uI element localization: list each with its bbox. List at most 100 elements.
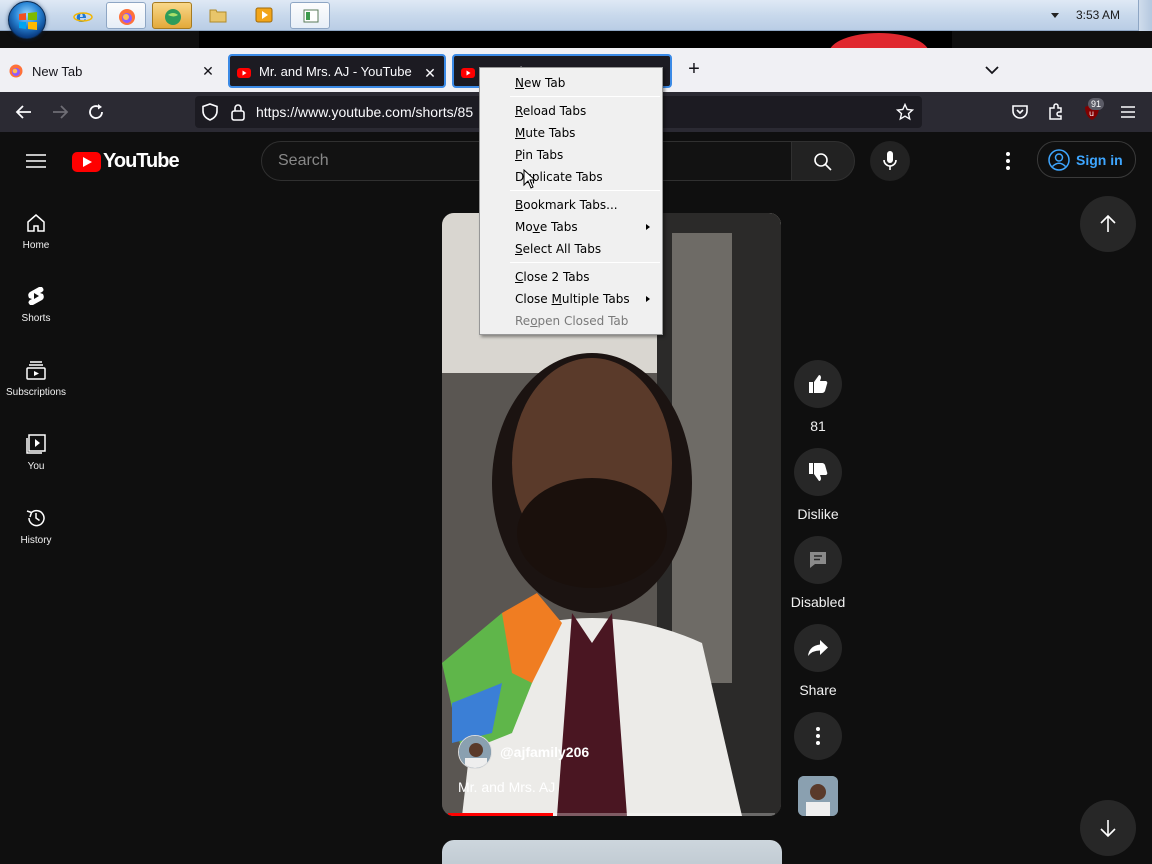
- svg-text:e: e: [76, 7, 87, 25]
- menu-item-label: Close Multiple Tabs: [515, 292, 630, 306]
- menu-item-bookmark-tabs[interactable]: Bookmark Tabs...: [482, 194, 660, 216]
- menu-item-select-all-tabs[interactable]: Select All Tabs: [482, 238, 660, 260]
- share-arrow-icon: [808, 640, 828, 656]
- sidebar-label: You: [27, 461, 45, 472]
- previous-short-button[interactable]: [1080, 196, 1136, 252]
- share-label: Share: [799, 682, 837, 698]
- thumbs-up-icon: [809, 375, 828, 393]
- reload-icon[interactable]: [86, 102, 106, 122]
- sidebar-label: Shorts: [21, 313, 51, 324]
- taskbar-app-window[interactable]: [290, 2, 330, 29]
- back-arrow-icon[interactable]: [14, 102, 34, 122]
- short-title[interactable]: Mr. and Mrs. AJ: [458, 779, 555, 795]
- menu-item-mute-tabs[interactable]: Mute Tabs: [482, 122, 660, 144]
- account-circle-icon: [1048, 148, 1070, 171]
- search-button[interactable]: [791, 141, 855, 181]
- taskbar-media-player[interactable]: [244, 2, 284, 29]
- menu-item-new-tab[interactable]: New Tab: [482, 72, 660, 94]
- list-all-tabs-chevron-icon[interactable]: [982, 60, 1002, 80]
- next-short-preview[interactable]: [442, 840, 782, 864]
- tab-label: Mr. and Mrs. AJ - YouTube: [259, 63, 412, 79]
- youtube-logo-text: YouTube: [103, 150, 180, 172]
- youtube-logo[interactable]: YouTube: [72, 150, 180, 173]
- menu-item-label: Mute Tabs: [515, 126, 576, 140]
- menu-item-pin-tabs[interactable]: Pin Tabs: [482, 144, 660, 166]
- guide-menu-icon[interactable]: [26, 154, 46, 168]
- next-short-button[interactable]: [1080, 800, 1136, 856]
- new-tab-plus-button[interactable]: +: [684, 59, 704, 80]
- start-button[interactable]: [8, 1, 46, 39]
- tray-expand-icon[interactable]: [1048, 8, 1062, 22]
- tab-context-menu: New Tab Reload Tabs Mute Tabs Pin Tabs D…: [479, 67, 663, 335]
- comments-button[interactable]: [794, 536, 842, 584]
- tab-close-icon[interactable]: ✕: [200, 63, 216, 79]
- lock-icon[interactable]: [230, 103, 246, 121]
- tab-youtube-1[interactable]: Mr. and Mrs. AJ - YouTube ✕: [228, 54, 446, 88]
- app-menu-hamburger-icon[interactable]: [1118, 102, 1138, 122]
- app-window-icon: [303, 9, 319, 23]
- like-button[interactable]: [794, 360, 842, 408]
- comment-icon: [810, 552, 826, 568]
- playback-progress-bar[interactable]: [448, 813, 775, 816]
- taskbar-maps-app[interactable]: [152, 2, 192, 29]
- sign-in-button[interactable]: Sign in: [1037, 141, 1136, 178]
- tab-new-tab[interactable]: New Tab ✕: [0, 54, 222, 88]
- menu-item-move-tabs[interactable]: Move Tabs: [482, 216, 660, 238]
- youtube-play-icon: [72, 151, 101, 172]
- voice-search-button[interactable]: [870, 141, 910, 181]
- settings-kebab-icon[interactable]: [998, 150, 1018, 172]
- sidebar-item-subscriptions[interactable]: Subscriptions: [0, 359, 72, 398]
- internet-explorer-icon: e: [73, 7, 93, 25]
- tab-close-icon[interactable]: ✕: [422, 65, 438, 81]
- bookmark-star-icon[interactable]: [896, 103, 914, 121]
- menu-item-label: Pin Tabs: [515, 148, 564, 162]
- more-options-button[interactable]: [794, 712, 842, 760]
- like-count: 81: [810, 418, 826, 434]
- sidebar-item-history[interactable]: History: [0, 507, 72, 546]
- menu-item-label: Bookmark Tabs...: [515, 198, 618, 212]
- menu-item-label: New Tab: [515, 76, 566, 90]
- submenu-arrow-icon: [646, 224, 650, 230]
- menu-item-duplicate-tabs[interactable]: Duplicate Tabs: [482, 166, 660, 188]
- playback-progress-fill: [448, 813, 553, 816]
- pocket-icon[interactable]: [1010, 102, 1030, 122]
- dislike-button[interactable]: [794, 448, 842, 496]
- sidebar-item-you[interactable]: You: [0, 433, 72, 472]
- show-desktop-button[interactable]: [1138, 0, 1152, 31]
- more-action: [794, 712, 842, 760]
- channel-avatar[interactable]: [458, 735, 492, 769]
- sidebar-item-shorts[interactable]: Shorts: [0, 285, 72, 324]
- menu-item-reload-tabs[interactable]: Reload Tabs: [482, 100, 660, 122]
- search-placeholder: Search: [278, 152, 329, 169]
- home-icon: [27, 214, 45, 232]
- menu-separator: [510, 262, 660, 263]
- extension-badge: 91: [1088, 98, 1104, 110]
- history-icon: [26, 509, 45, 527]
- windows-logo-icon: [19, 12, 37, 30]
- menu-item-label: Reopen Closed Tab: [515, 314, 629, 328]
- shield-icon[interactable]: [201, 103, 219, 121]
- menu-item-close-multiple-tabs[interactable]: Close Multiple Tabs: [482, 288, 660, 310]
- sidebar-item-home[interactable]: Home: [0, 212, 72, 251]
- taskbar-internet-explorer[interactable]: e: [62, 2, 102, 29]
- menu-item-reopen-closed-tab: Reopen Closed Tab: [482, 310, 660, 332]
- menu-item-close-tabs[interactable]: Close 2 Tabs: [482, 266, 660, 288]
- menu-separator: [510, 190, 660, 191]
- channel-name-link[interactable]: @ajfamily206: [500, 744, 589, 760]
- extensions-puzzle-icon[interactable]: [1046, 102, 1066, 122]
- forward-arrow-icon[interactable]: [50, 102, 70, 122]
- windows-taskbar: e 3:53 AM: [0, 0, 1152, 39]
- folder-icon: [209, 9, 227, 23]
- like-action: 81: [794, 360, 842, 434]
- menu-item-label: Reload Tabs: [515, 104, 587, 118]
- taskbar-firefox[interactable]: [106, 2, 146, 29]
- avatar-image: [459, 736, 491, 768]
- menu-item-label: Select All Tabs: [515, 242, 602, 256]
- sidebar-label: Subscriptions: [5, 387, 67, 398]
- remix-thumbnail[interactable]: [798, 776, 838, 816]
- taskbar-file-explorer[interactable]: [198, 2, 238, 29]
- menu-item-label: Move Tabs: [515, 220, 578, 234]
- taskbar-clock[interactable]: 3:53 AM: [1068, 8, 1128, 22]
- share-button[interactable]: [794, 624, 842, 672]
- microphone-icon: [883, 151, 897, 170]
